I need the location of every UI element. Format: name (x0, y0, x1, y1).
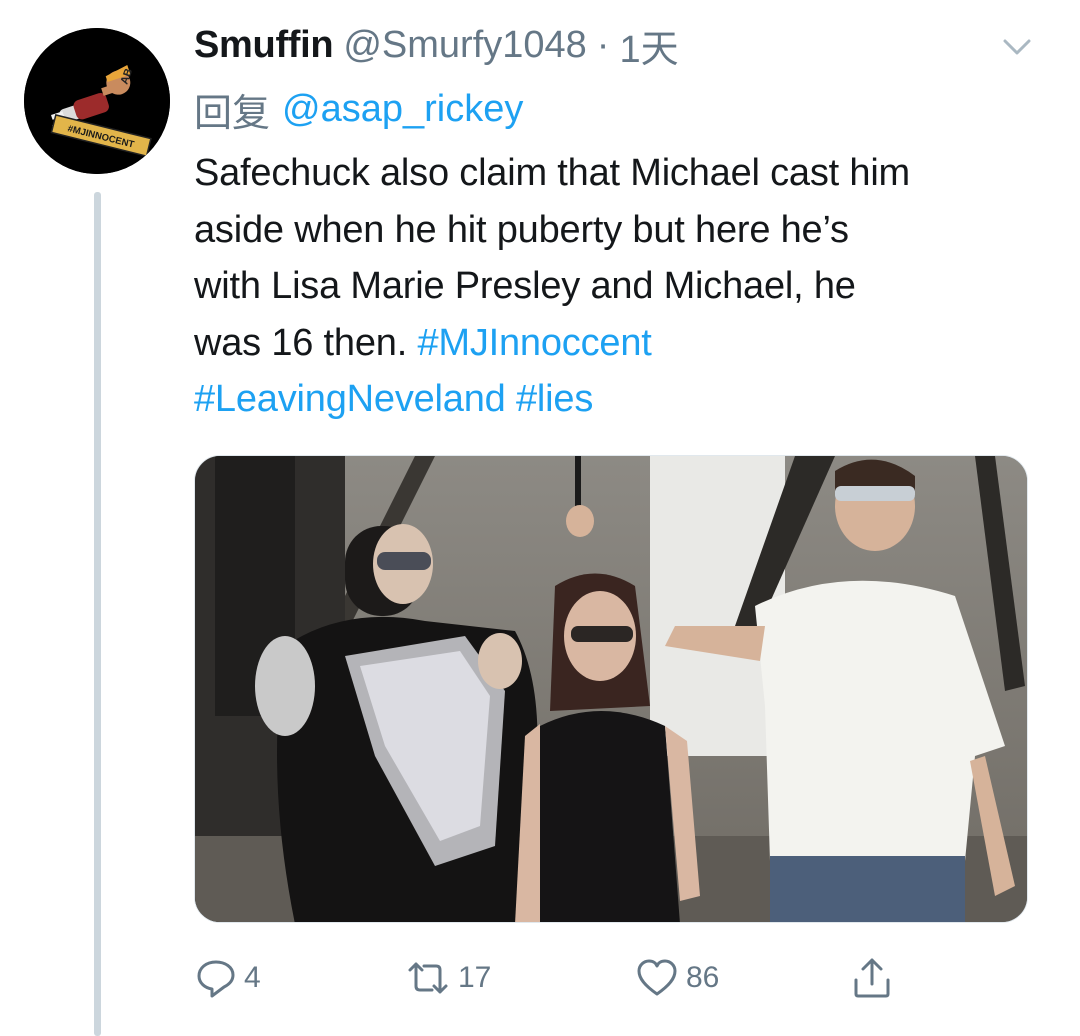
reply-label: 回复 (194, 92, 271, 135)
reply-context: 回复 @asap_rickey (194, 84, 523, 135)
retweet-count: 17 (458, 961, 492, 994)
hashtag-link[interactable]: #MJInnoccent (417, 322, 651, 364)
like-count: 86 (686, 961, 720, 994)
share-icon (854, 958, 890, 998)
share-button[interactable] (850, 950, 894, 1006)
reply-count: 4 (244, 961, 261, 994)
like-button[interactable]: 86 (634, 950, 719, 1006)
thread-line (94, 192, 101, 1036)
tweet-action-bar: 4 17 86 (0, 950, 1080, 1010)
tweet-text-line: aside when he hit puberty but here he’s (194, 208, 849, 251)
retweet-button[interactable]: 17 (404, 950, 491, 1006)
reply-button[interactable]: 4 (194, 950, 261, 1006)
tweet-photo[interactable] (194, 455, 1028, 923)
tweet-header: Smuffin @Smurfy1048 · 1天 (194, 18, 679, 73)
tweet-text-line: Safechuck also claim that Michael cast h… (194, 152, 911, 194)
tweet-text: Safechuck also claim that Michael cast h… (194, 145, 1054, 428)
retweet-icon (408, 962, 448, 994)
hashtag-line: #LeavingNeveland #lies (194, 371, 1054, 428)
display-name[interactable]: Smuffin (194, 24, 334, 67)
timestamp[interactable]: 1天 (619, 18, 678, 73)
heart-icon (637, 959, 677, 996)
hashtag-link[interactable]: #lies (516, 378, 593, 420)
reply-icon (197, 960, 235, 998)
avatar[interactable]: AB #MJINNOCENT (24, 28, 170, 174)
hashtag-link[interactable]: #LeavingNeveland (194, 378, 506, 420)
user-handle[interactable]: @Smurfy1048 (343, 24, 586, 67)
separator-dot: · (596, 23, 610, 66)
reply-mention-link[interactable]: @asap_rickey (282, 88, 523, 131)
chevron-down-icon[interactable] (1000, 30, 1034, 64)
tweet-text-fragment: was 16 then. (194, 321, 408, 364)
tweet-text-line: with Lisa Marie Presley and Michael, he (194, 265, 856, 307)
tweet-text-line-with-hashtag: was 16 then. #MJInnoccent (194, 315, 1054, 372)
